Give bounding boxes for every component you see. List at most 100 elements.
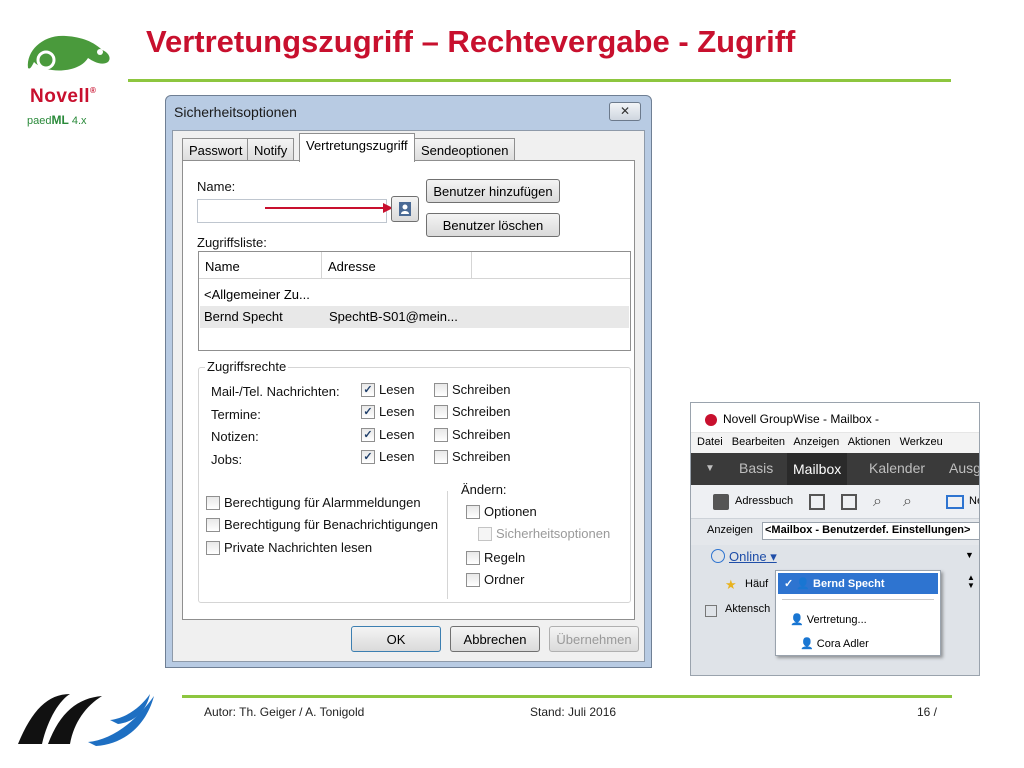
- column-address[interactable]: Adresse: [322, 252, 472, 279]
- dropdown-item-proxy[interactable]: 👤 Vertretung...: [790, 613, 867, 626]
- tab-notify[interactable]: Notify: [247, 138, 295, 161]
- right-label-jobs: Jobs:: [211, 452, 243, 467]
- private-messages-checkbox[interactable]: [206, 541, 220, 555]
- modify-folder-label: Ordner: [484, 572, 525, 587]
- nav-collapse-icon[interactable]: ▼: [705, 463, 715, 474]
- new-label[interactable]: Ne: [969, 495, 979, 507]
- groupwise-logo-icon: [705, 414, 717, 426]
- jobs-write-checkbox[interactable]: [434, 450, 448, 464]
- groupwise-menu-bar[interactable]: Datei Bearbeiten Anzeigen Aktionen Werkz…: [691, 433, 979, 453]
- close-icon[interactable]: ✕: [609, 102, 641, 121]
- user-icon: 👤: [790, 614, 804, 626]
- arrow-annotation: [265, 203, 393, 213]
- right-label-appointments: Termine:: [211, 407, 261, 422]
- gecko-logo: [27, 35, 110, 71]
- groupwise-toolbar: Adressbuch ⌕ ⌕ Ne: [691, 485, 979, 519]
- slide-title: Vertretungszugriff – Rechtevergabe - Zug…: [146, 24, 796, 59]
- security-options-dialog: Sicherheitsoptionen ✕ Passwort Notify Ve…: [165, 95, 652, 668]
- access-list-label: Zugriffsliste:: [197, 235, 267, 250]
- tab-send-options[interactable]: Sendeoptionen: [414, 138, 516, 161]
- find-user-icon[interactable]: ⌕: [903, 493, 912, 511]
- list-item[interactable]: <Allgemeiner Zu...: [200, 284, 629, 306]
- user-icon: 👤: [800, 638, 814, 650]
- online-status[interactable]: Online ▾: [729, 549, 777, 565]
- mail-read-checkbox[interactable]: ✓: [361, 383, 375, 397]
- column-name[interactable]: Name: [199, 252, 322, 279]
- private-messages-label: Private Nachrichten lesen: [224, 540, 373, 555]
- notify-permission-checkbox[interactable]: [206, 518, 220, 532]
- modify-rules-label: Regeln: [484, 550, 526, 565]
- access-list[interactable]: Name Adresse <Allgemeiner Zu... Bernd Sp…: [198, 251, 631, 351]
- modify-label: Ändern:: [461, 482, 507, 497]
- dropdown-item-cora[interactable]: 👤 Cora Adler: [800, 637, 869, 650]
- appointments-write-checkbox[interactable]: [434, 405, 448, 419]
- nav-home[interactable]: Basis: [739, 460, 773, 476]
- footer-author: Autor: Th. Geiger / A. Tonigold: [204, 705, 365, 719]
- nav-outbox[interactable]: Ausg: [949, 460, 979, 476]
- groupwise-window: Novell GroupWise - Mailbox - Datei Bearb…: [690, 402, 980, 676]
- proxy-access-panel: Name: Benutzer hinzufügen Benutzer lösch…: [182, 160, 635, 620]
- modify-security-checkbox[interactable]: [478, 527, 492, 541]
- jobs-read-checkbox[interactable]: ✓: [361, 450, 375, 464]
- address-book-button[interactable]: [391, 196, 419, 222]
- address-book-label[interactable]: Adressbuch: [735, 495, 793, 507]
- mail-read-label: Lesen: [379, 382, 415, 397]
- divider: [447, 491, 448, 599]
- files-label[interactable]: Aktensch: [725, 603, 770, 615]
- apply-button[interactable]: Übernehmen: [549, 626, 639, 652]
- footer-date: Stand: Juli 2016: [530, 705, 617, 719]
- appointments-write-label: Schreiben: [452, 404, 511, 419]
- access-rights-group: [198, 367, 631, 603]
- nav-calendar[interactable]: Kalender: [869, 460, 925, 476]
- notify-permission-label: Berechtigung für Benachrichtigungen: [224, 517, 438, 532]
- ok-button[interactable]: OK: [351, 626, 441, 652]
- notes-write-checkbox[interactable]: [434, 428, 448, 442]
- list-item[interactable]: Bernd Specht SpechtB-S01@mein...: [200, 306, 629, 328]
- modify-folder-checkbox[interactable]: [466, 573, 480, 587]
- modify-options-label: Optionen: [484, 504, 537, 519]
- title-rule: [128, 79, 951, 82]
- nav-mailbox[interactable]: Mailbox: [787, 453, 848, 485]
- folder-icon: [705, 605, 717, 617]
- modify-options-checkbox[interactable]: [466, 505, 480, 519]
- chevron-down-icon[interactable]: ▼: [965, 550, 974, 560]
- frequent-label[interactable]: Häuf: [745, 578, 768, 590]
- proxy-dropdown: ✓ 👤 Bernd Specht 👤 Vertretung... 👤 Cora …: [775, 570, 941, 656]
- groupwise-nav: ▼ Basis Mailbox Kalender Ausg: [691, 453, 979, 485]
- school-logo: [18, 694, 154, 746]
- notes-read-checkbox[interactable]: ✓: [361, 428, 375, 442]
- view-select[interactable]: <Mailbox - Benutzerdef. Einstellungen>: [762, 522, 979, 540]
- mail-write-checkbox[interactable]: [434, 383, 448, 397]
- groupwise-title: Novell GroupWise - Mailbox -: [691, 403, 979, 433]
- access-rights-label: Zugriffsrechte: [205, 359, 289, 374]
- tab-proxy-access[interactable]: Vertretungszugriff: [299, 133, 415, 162]
- dropdown-selected-item[interactable]: ✓ 👤 Bernd Specht: [778, 573, 938, 594]
- jobs-write-label: Schreiben: [452, 449, 511, 464]
- novell-logo: Novell®: [30, 86, 97, 107]
- online-icon: [711, 549, 725, 563]
- notes-write-label: Schreiben: [452, 427, 511, 442]
- name-label: Name:: [197, 179, 236, 194]
- modify-rules-checkbox[interactable]: [466, 551, 480, 565]
- footer-page: 16 /: [917, 705, 938, 719]
- calendar-icon[interactable]: [809, 494, 825, 510]
- mail-write-label: Schreiben: [452, 382, 511, 397]
- dialog-body: Passwort Notify Vertretungszugriff Sende…: [172, 130, 645, 662]
- spinner-icon[interactable]: ▲ ▼: [967, 574, 975, 590]
- tab-password[interactable]: Passwort: [182, 138, 250, 161]
- dialog-title: Sicherheitsoptionen: [174, 104, 297, 120]
- paedml-logo: paedML 4.x: [27, 113, 87, 127]
- notes-read-label: Lesen: [379, 427, 415, 442]
- modify-security-label: Sicherheitsoptionen: [496, 526, 611, 541]
- search-icon[interactable]: ⌕: [873, 493, 882, 511]
- right-label-notes: Notizen:: [211, 429, 259, 444]
- delete-user-button[interactable]: Benutzer löschen: [426, 213, 560, 237]
- add-user-button[interactable]: Benutzer hinzufügen: [426, 179, 560, 203]
- alarm-permission-checkbox[interactable]: [206, 496, 220, 510]
- cancel-button[interactable]: Abbrechen: [450, 626, 540, 652]
- appointments-read-label: Lesen: [379, 404, 415, 419]
- date-icon[interactable]: [841, 494, 857, 510]
- appointments-read-checkbox[interactable]: ✓: [361, 405, 375, 419]
- new-mail-icon[interactable]: [946, 495, 964, 509]
- address-book-icon[interactable]: [713, 494, 729, 510]
